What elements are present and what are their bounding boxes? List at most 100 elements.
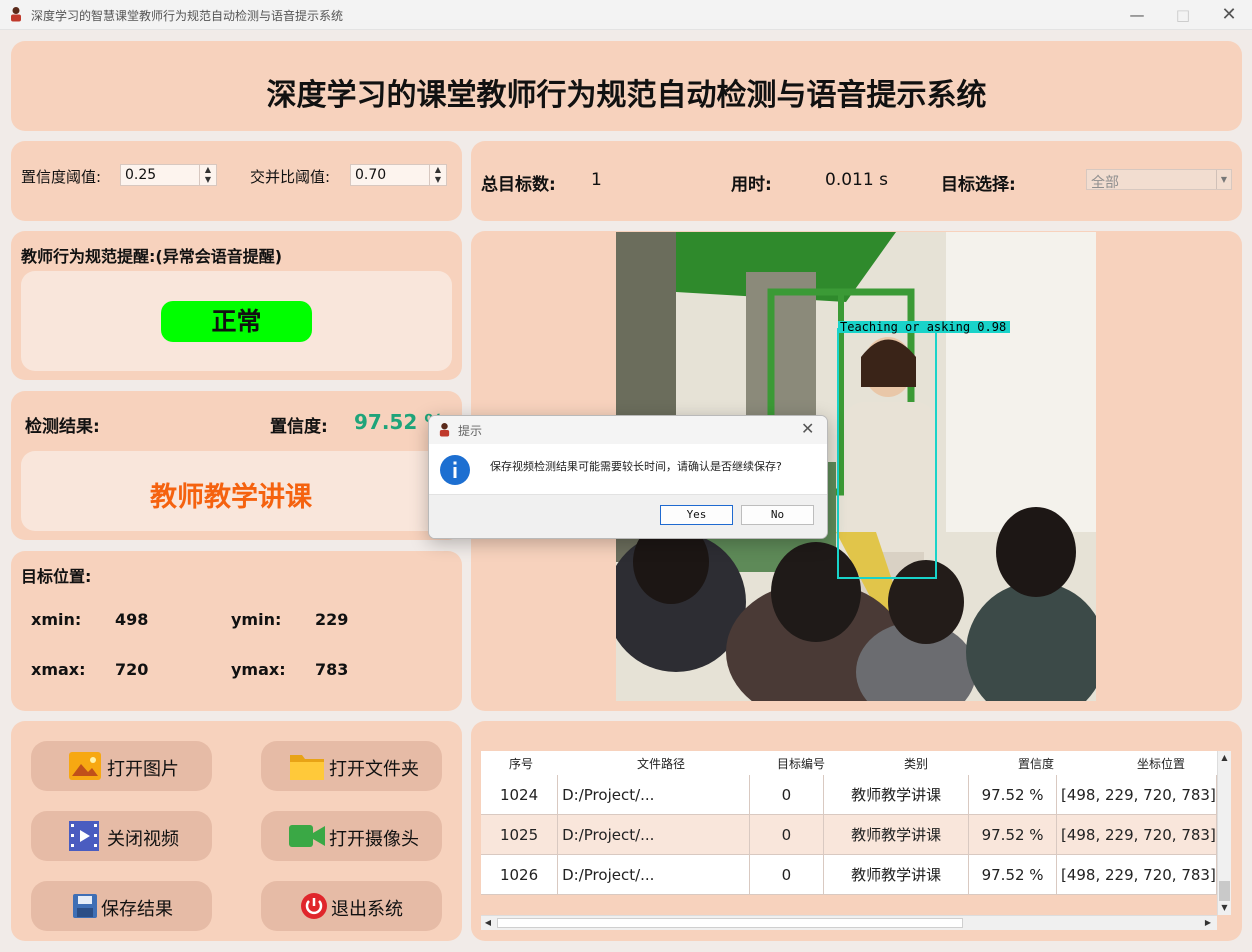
table-cell: 97.52 % [968,814,1057,855]
save-result-label: 保存结果 [101,899,173,920]
table-cell: 教师教学讲课 [823,854,970,895]
spin-arrows-icon[interactable]: ▲ ▼ [429,165,446,185]
open-folder-button[interactable]: 打开文件夹 [261,741,442,791]
xmin-value: 498 [115,610,149,629]
reminder-box: 正常 [21,271,452,371]
table-cell: 97.52 % [968,854,1057,895]
confirm-dialog: 提示 ✕ 保存视频检测结果可能需要较长时间，请确认是否继续保存? Yes No [428,415,828,539]
ymin-value: 229 [315,610,349,629]
yes-button[interactable]: Yes [660,505,733,525]
column-header[interactable]: 目标编号 [761,755,841,772]
target-position-label: 目标位置: [21,567,92,586]
close-video-label: 关闭视频 [107,829,179,850]
scroll-right-icon[interactable]: ▶ [1201,916,1215,930]
detection-label: Teaching or asking 0.98 [840,320,1006,334]
reminder-panel: 教师行为规范提醒:(异常会语音提醒) 正常 [11,231,462,380]
image-icon [69,752,101,780]
open-image-button[interactable]: 打开图片 [31,741,212,791]
conf-threshold-value: 0.25 [125,167,157,183]
xmax-label: xmax: [31,660,86,679]
scroll-left-icon[interactable]: ◀ [481,916,495,930]
table-cell: 教师教学讲课 [823,774,970,815]
open-camera-label: 打开摄像头 [329,829,419,850]
table-header: 序号 文件路径 目标编号 类别 置信度 坐标位置 [481,751,1217,775]
params-panel: 置信度阈值: 0.25 ▲ ▼ 交并比阈值: 0.70 ▲ ▼ [11,141,462,221]
table-cell: D:/Project/... [557,854,750,895]
results-table-viewport: 1023D:/Project/...0教师教学讲课97.52 %[498, 22… [481,753,1217,915]
dialog-message: 保存视频检测结果可能需要较长时间，请确认是否继续保存? [490,460,782,473]
column-header[interactable]: 序号 [481,755,561,772]
open-image-label: 打开图片 [107,759,179,780]
iou-threshold-label: 交并比阈值: [250,168,331,186]
app-icon [11,7,21,22]
dialog-titlebar: 提示 ✕ [429,416,827,444]
column-header[interactable]: 文件路径 [561,755,761,772]
total-targets-value: 1 [591,170,602,190]
page-title: 深度学习的课堂教师行为规范自动检测与语音提示系统 [266,78,987,113]
save-icon [73,894,97,918]
target-select-dropdown[interactable]: 全部 ▼ [1086,169,1232,191]
window-titlebar: 深度学习的智慧课堂教师行为规范自动检测与语音提示系统 — □ ✕ [0,0,1252,30]
table-cell: 97.52 % [968,774,1057,815]
open-camera-button[interactable]: 打开摄像头 [261,811,442,861]
conf-threshold-spinbox[interactable]: 0.25 ▲ ▼ [120,164,217,186]
scroll-down-icon[interactable]: ▼ [1218,901,1231,915]
chevron-down-icon[interactable]: ▼ [1216,170,1231,189]
minimize-button[interactable]: — [1114,0,1160,30]
table-cell: [498, 229, 720, 783] [1056,774,1217,815]
column-header[interactable]: 置信度 [991,755,1081,772]
table-row[interactable]: 1025 D:/Project/... 0 教师教学讲课 97.52 % [498, 22… [481,814,1217,855]
open-folder-label: 打开文件夹 [329,759,419,780]
table-cell: 1025 [481,814,559,855]
horizontal-scroll-thumb[interactable] [497,918,963,928]
table-row[interactable]: 1026 D:/Project/... 0 教师教学讲课 97.52 % [498, 22… [481,854,1217,895]
power-icon [301,893,327,919]
no-button[interactable]: No [741,505,814,525]
exit-system-button[interactable]: 退出系统 [261,881,442,931]
reminder-label: 教师行为规范提醒:(异常会语音提醒) [21,247,283,266]
table-cell: 教师教学讲课 [823,814,970,855]
confidence-label: 置信度: [270,417,328,437]
detection-result-label: 检测结果: [25,417,100,437]
camera-icon [289,825,325,847]
iou-threshold-spinbox[interactable]: 0.70 ▲ ▼ [350,164,447,186]
column-header[interactable]: 类别 [841,755,991,772]
window-title: 深度学习的智慧课堂教师行为规范自动检测与语音提示系统 [31,9,344,23]
scroll-up-icon[interactable]: ▲ [1218,751,1231,765]
xmax-value: 720 [115,660,149,679]
vertical-scroll-thumb[interactable] [1219,881,1230,901]
ymax-value: 783 [315,660,349,679]
column-header[interactable]: 坐标位置 [1081,755,1217,772]
close-video-button[interactable]: 关闭视频 [31,811,212,861]
target-select-label: 目标选择: [941,175,1016,195]
save-result-button[interactable]: 保存结果 [31,881,212,931]
table-row[interactable]: 1024 D:/Project/... 0 教师教学讲课 97.52 % [498, 22… [481,774,1217,815]
time-label: 用时: [731,175,772,195]
table-vertical-scrollbar[interactable]: ▲ ▼ [1217,751,1231,915]
table-horizontal-scrollbar[interactable]: ◀ ▶ [481,915,1217,930]
table-cell: D:/Project/... [557,774,750,815]
table-cell: [498, 229, 720, 783] [1056,814,1217,855]
time-value: 0.011 s [825,170,888,190]
spin-arrows-icon[interactable]: ▲ ▼ [199,165,216,185]
target-select-value: 全部 [1091,175,1119,191]
ymin-label: ymin: [231,610,282,629]
buttons-panel: 打开图片 打开文件夹 关闭视频 打开摄像头 保存结果 退出系统 [11,721,462,941]
table-cell: D:/Project/... [557,814,750,855]
app-icon [439,423,450,437]
film-icon [69,821,99,851]
maximize-button[interactable]: □ [1160,0,1206,30]
stats-panel: 总目标数: 1 用时: 0.011 s 目标选择: 全部 ▼ [471,141,1242,221]
position-panel: 目标位置: xmin: 498 ymin: 229 xmax: 720 ymax… [11,551,462,711]
table-cell: [498, 229, 720, 783] [1056,854,1217,895]
dialog-body: 保存视频检测结果可能需要较长时间，请确认是否继续保存? [429,444,827,494]
table-cell: 1024 [481,774,559,815]
result-box: 教师教学讲课 [21,451,452,531]
dialog-close-icon[interactable]: ✕ [801,419,814,438]
total-targets-label: 总目标数: [481,175,556,195]
dialog-title: 提示 [458,424,483,438]
exit-system-label: 退出系统 [331,899,403,920]
result-panel: 检测结果: 置信度: 97.52 % 教师教学讲课 [11,391,462,540]
close-window-button[interactable]: ✕ [1206,0,1252,30]
status-badge: 正常 [161,301,312,342]
